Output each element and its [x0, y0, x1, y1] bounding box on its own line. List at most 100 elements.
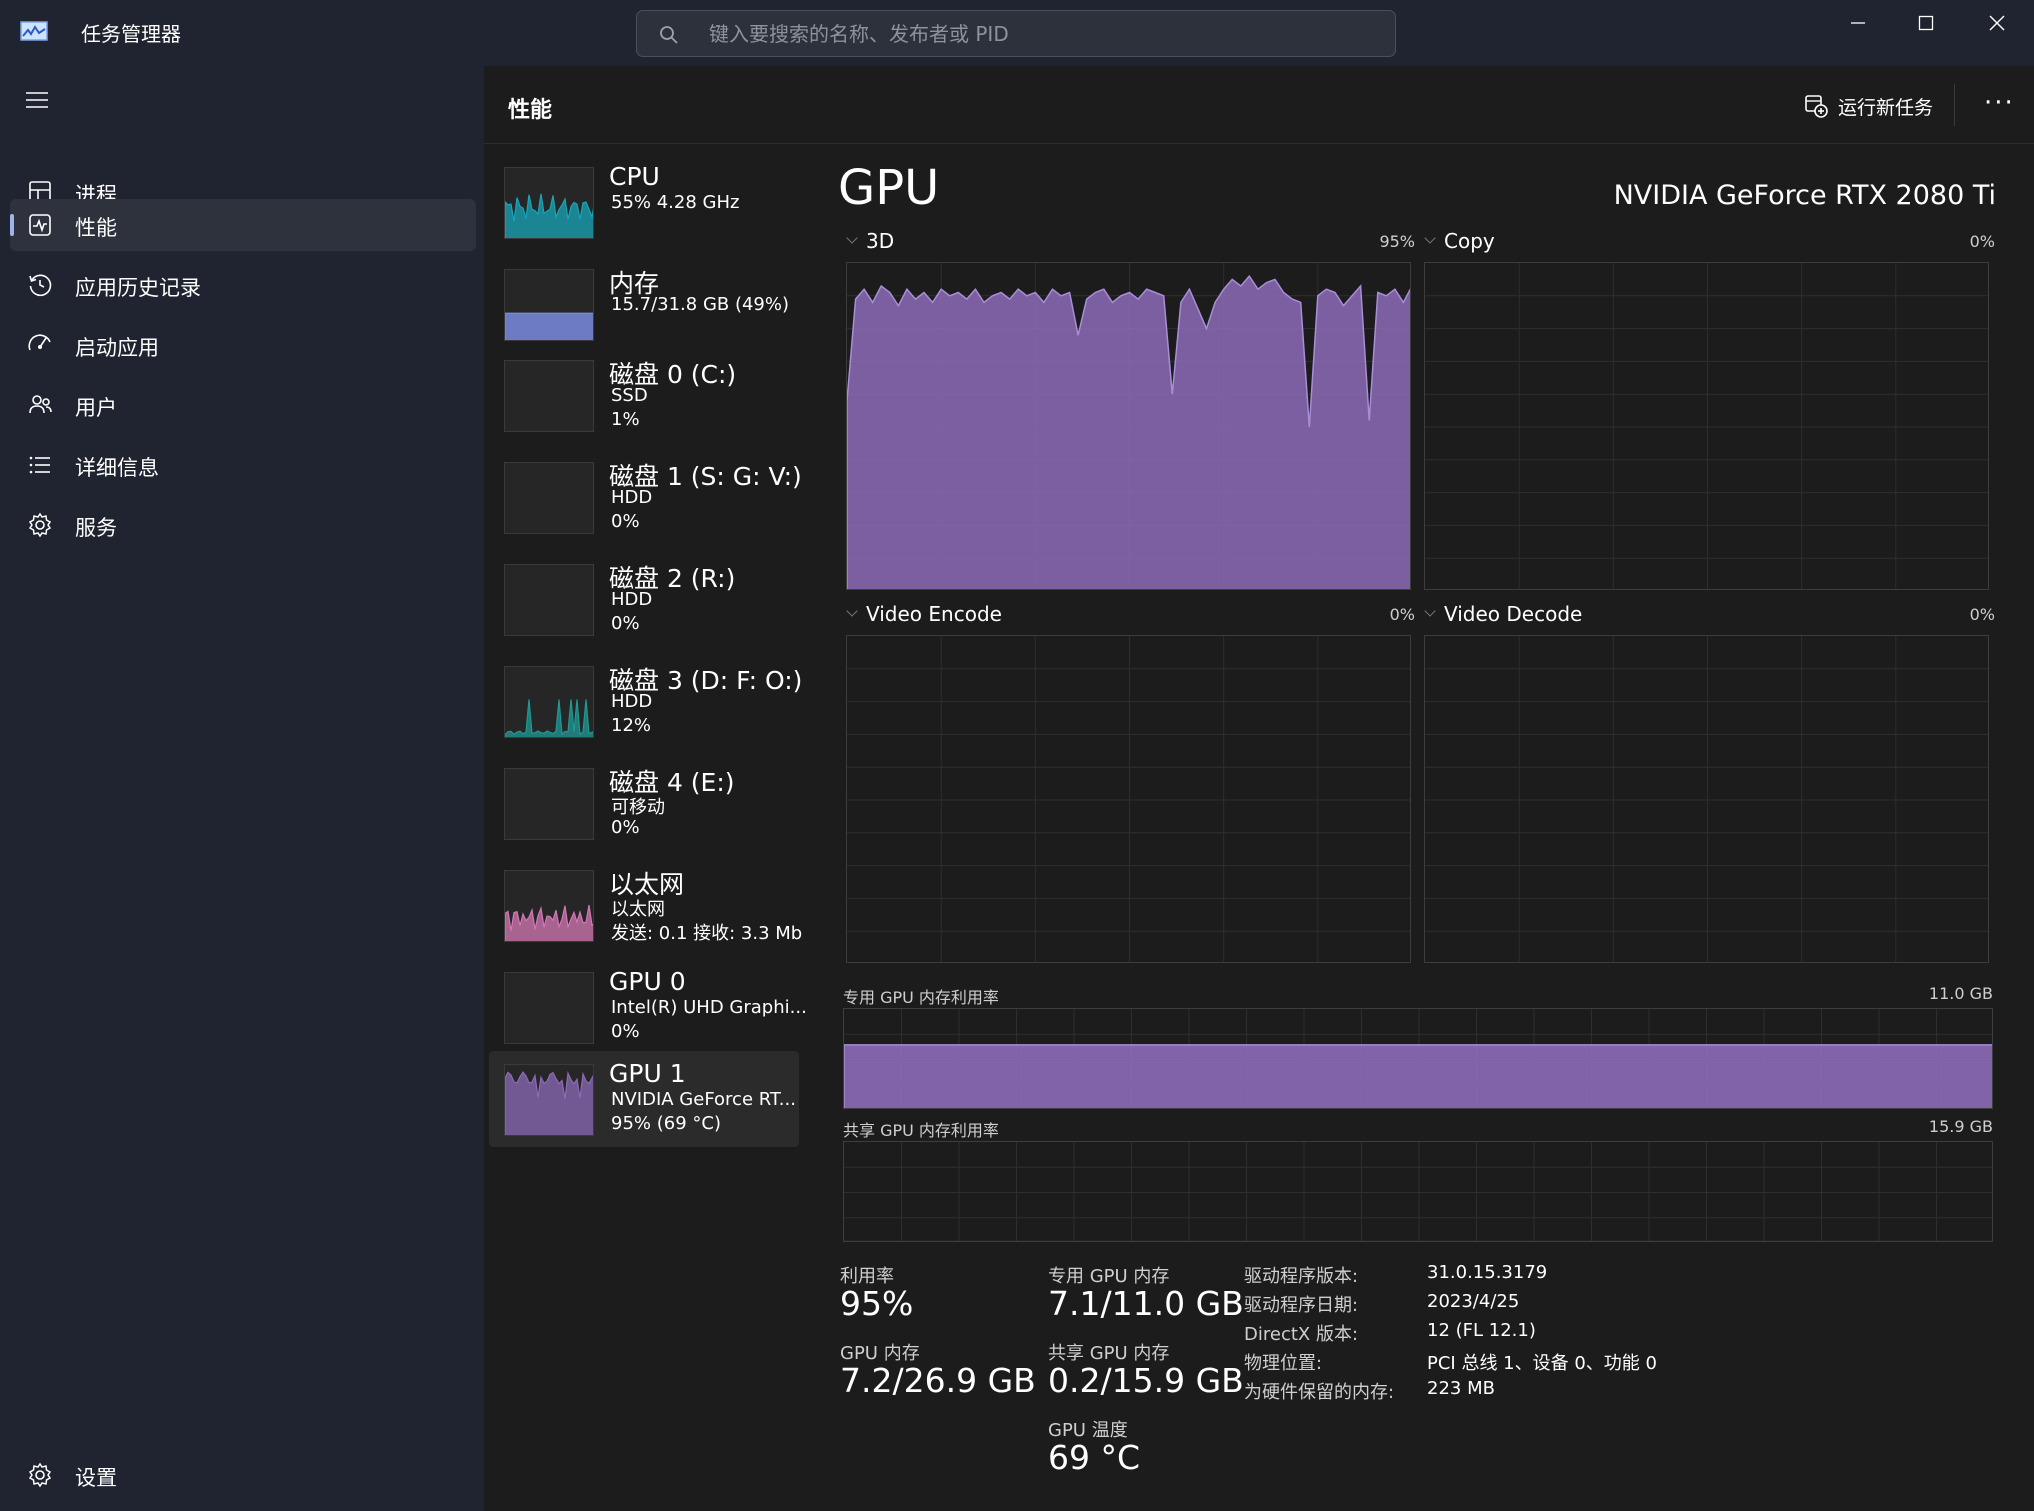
- driver-version-key: 驱动程序版本:: [1244, 1266, 1359, 1287]
- sidebar-item-services[interactable]: 服务: [10, 499, 476, 551]
- graph-video-encode-grid: [847, 636, 1410, 962]
- device-name: GPU 1: [609, 1059, 686, 1088]
- device-sparkline: [504, 768, 594, 840]
- app-title: 任务管理器: [81, 22, 181, 46]
- sidebar-item-performance[interactable]: 性能: [10, 199, 476, 251]
- device-item[interactable]: GPU 0 Intel(R) UHD Graphi... 0%: [489, 959, 807, 1055]
- device-sparkline: [504, 972, 594, 1044]
- sparkline-area: [505, 904, 593, 941]
- sidebar-item-app-history[interactable]: 应用历史记录: [10, 259, 476, 311]
- search-input[interactable]: [707, 11, 1387, 56]
- sparkline-plot: [505, 1070, 593, 1135]
- device-item[interactable]: 以太网 以太网 发送: 0.1 接收: 3.3 Mb: [489, 857, 802, 953]
- hamburger-menu-icon[interactable]: [24, 90, 50, 110]
- graph-copy-grid: [1425, 263, 1988, 589]
- run-new-task-button[interactable]: 运行新任务: [1804, 88, 1933, 124]
- hardware-reserved-memory-key: 为硬件保留的内存:: [1244, 1382, 1395, 1403]
- sidebar-item-label: 性能: [75, 216, 117, 240]
- performance-icon: [29, 214, 51, 236]
- gpu-title: GPU: [838, 160, 940, 216]
- settings-label: 设置: [75, 1466, 117, 1490]
- device-sparkline: [504, 462, 594, 534]
- gpu-temperature-value: 69 °C: [1048, 1438, 1141, 1477]
- shared-memory-plot: [844, 1142, 1992, 1241]
- graph-video-decode: [1424, 635, 1989, 963]
- close-icon: [1989, 15, 2005, 31]
- graph-video-encode: [846, 635, 1411, 963]
- sparkline-plot: [505, 565, 594, 636]
- graph-percent-video-encode: 0%: [1389, 605, 1415, 624]
- device-item[interactable]: 磁盘 0 (C:) SSD 1%: [489, 347, 799, 443]
- history-icon: [29, 274, 52, 297]
- graph-label-video-encode[interactable]: Video Encode: [866, 602, 1002, 626]
- device-detail: SSD: [611, 385, 648, 406]
- device-sparkline: [504, 666, 594, 738]
- settings-button[interactable]: 设置: [10, 1450, 476, 1500]
- sparkline-area: [505, 312, 593, 340]
- device-detail: 0%: [611, 613, 640, 634]
- run-new-task-label: 运行新任务: [1838, 96, 1934, 119]
- device-detail: 以太网: [611, 899, 665, 920]
- sparkline-plot: [505, 361, 594, 432]
- sparkline-plot: [505, 769, 594, 840]
- device-detail: HDD: [611, 589, 653, 610]
- graph-percent-copy: 0%: [1969, 232, 1995, 251]
- graph-percent-video-decode: 0%: [1969, 605, 1995, 624]
- device-name: GPU 0: [609, 967, 686, 996]
- device-item[interactable]: CPU 55% 4.28 GHz: [489, 154, 799, 250]
- sidebar-item-label: 启动应用: [75, 336, 159, 360]
- graph-3d-plot: [847, 263, 1410, 589]
- page-title: 性能: [508, 98, 553, 123]
- sparkline-plot: [505, 193, 593, 238]
- sparkline-plot: [505, 699, 593, 737]
- device-detail: 55% 4.28 GHz: [611, 192, 740, 213]
- device-sparkline: [504, 269, 594, 341]
- minimize-icon: [1851, 22, 1865, 24]
- device-detail: 0%: [611, 1021, 640, 1042]
- more-options-button[interactable]: ···: [1984, 88, 2015, 118]
- search-box[interactable]: [636, 10, 1396, 57]
- device-item[interactable]: GPU 1 NVIDIA GeForce RT... 95% (69 °C): [489, 1051, 799, 1147]
- startup-icon: [28, 334, 51, 351]
- gpu-memory-value: 7.2/26.9 GB: [840, 1361, 1036, 1400]
- gear-icon: [28, 1462, 52, 1488]
- sidebar-item-details[interactable]: 详细信息: [10, 439, 476, 491]
- sidebar-item-users[interactable]: 用户: [10, 379, 476, 431]
- search-icon: [660, 26, 678, 44]
- device-detail: Intel(R) UHD Graphi...: [611, 997, 807, 1018]
- device-sparkline: [504, 360, 594, 432]
- sparkline-area: [505, 1070, 593, 1135]
- physical-location-key: 物理位置:: [1244, 1353, 1323, 1374]
- device-detail: 可移动: [611, 797, 665, 818]
- driver-date-key: 驱动程序日期:: [1244, 1295, 1359, 1316]
- directx-version-value: 12 (FL 12.1): [1427, 1320, 1536, 1341]
- device-detail: HDD: [611, 487, 653, 508]
- dedicated-memory-graph: [843, 1008, 1993, 1109]
- maximize-button[interactable]: [1891, 0, 1961, 46]
- physical-location-value: PCI 总线 1、设备 0、功能 0: [1427, 1353, 1657, 1374]
- minimize-button[interactable]: [1823, 0, 1893, 46]
- graph-label-copy[interactable]: Copy: [1444, 229, 1495, 253]
- sparkline-plot: [505, 463, 594, 534]
- close-button[interactable]: [1962, 0, 2032, 46]
- title-bar: 任务管理器: [0, 0, 2034, 66]
- users-icon: [29, 395, 52, 414]
- graph-label-3d[interactable]: 3D: [866, 229, 894, 253]
- device-name: CPU: [609, 162, 660, 191]
- sidebar-item-startup-apps[interactable]: 启动应用: [10, 319, 476, 371]
- sparkline-plot: [505, 312, 593, 340]
- device-item[interactable]: 内存 15.7/31.8 GB (49%): [489, 256, 799, 352]
- dedicated-memory-max: 11.0 GB: [1928, 984, 1993, 1003]
- device-sparkline: [504, 564, 594, 636]
- sidebar: 进程 性能 应用历史记录 启动应用 用户 详细信息 服务 设置: [0, 66, 484, 1511]
- graph-label-video-decode[interactable]: Video Decode: [1444, 602, 1582, 626]
- device-item[interactable]: 磁盘 3 (D: F: O:) HDD 12%: [489, 653, 802, 749]
- maximize-icon: [1918, 15, 1934, 31]
- active-indicator: [10, 214, 14, 236]
- sparkline-plot: [505, 973, 594, 1044]
- device-item[interactable]: 磁盘 4 (E:) 可移动 0%: [489, 755, 799, 851]
- gpu-model-name: NVIDIA GeForce RTX 2080 Ti: [1613, 180, 1996, 211]
- device-item[interactable]: 磁盘 2 (R:) HDD 0%: [489, 551, 799, 647]
- device-item[interactable]: 磁盘 1 (S: G: V:) HDD 0%: [489, 449, 802, 545]
- device-detail: 15.7/31.8 GB (49%): [611, 294, 790, 315]
